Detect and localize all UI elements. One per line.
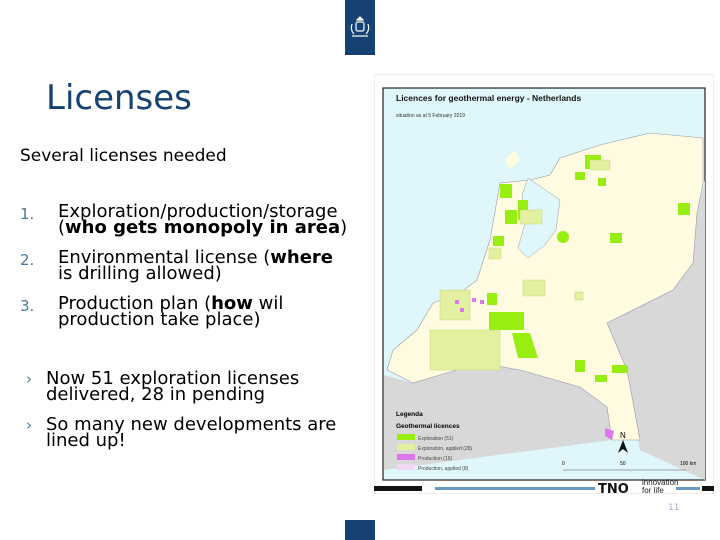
tno-logo: TNO [598, 482, 629, 494]
legend-item: Production (16) [418, 456, 453, 462]
item-text: is drilling allowed) [58, 263, 222, 284]
item-number: 3. [20, 297, 35, 315]
item-number: 1. [20, 205, 35, 223]
svg-text:0: 0 [562, 461, 565, 467]
map-situation: situation as at 5 February 2019 [396, 113, 465, 119]
coat-of-arms-icon [350, 15, 370, 37]
slide-subtitle: Several licenses needed [20, 146, 227, 166]
item-text: production take place) [58, 309, 261, 330]
legend-title: Legenda [396, 411, 423, 418]
legend-subtitle: Geothermal licences [396, 423, 460, 430]
rijksoverheid-logo [345, 0, 375, 55]
slide-title: Licenses [46, 78, 192, 118]
page-number: 11 [668, 503, 680, 513]
bullet-text: lined up! [46, 430, 126, 451]
bullet-arrow-icon: › [26, 416, 32, 434]
svg-text:100 km: 100 km [680, 461, 696, 467]
north-arrow-label: N [620, 431, 626, 440]
map-title: Licences for geothermal energy - Netherl… [396, 93, 581, 103]
item-number: 2. [20, 251, 35, 269]
legend-item: Exploration (51) [418, 436, 454, 442]
svg-text:50: 50 [620, 461, 626, 467]
legend-item: Production, applied (8) [418, 466, 469, 472]
item-text: ( [58, 217, 66, 238]
legend-item: Exploration, applied (28) [418, 446, 473, 452]
bullet-arrow-icon: › [26, 370, 32, 388]
tno-tagline-line2: for life [642, 486, 664, 494]
footer-bar [345, 520, 375, 540]
geothermal-licence-map: Licences for geothermal energy - Netherl… [374, 74, 714, 494]
bullet-text: delivered, 28 in pending [46, 384, 266, 405]
item-bold: where [270, 247, 334, 268]
item-bold: who gets monopoly in area [65, 217, 341, 238]
item-text: ) [340, 217, 348, 238]
